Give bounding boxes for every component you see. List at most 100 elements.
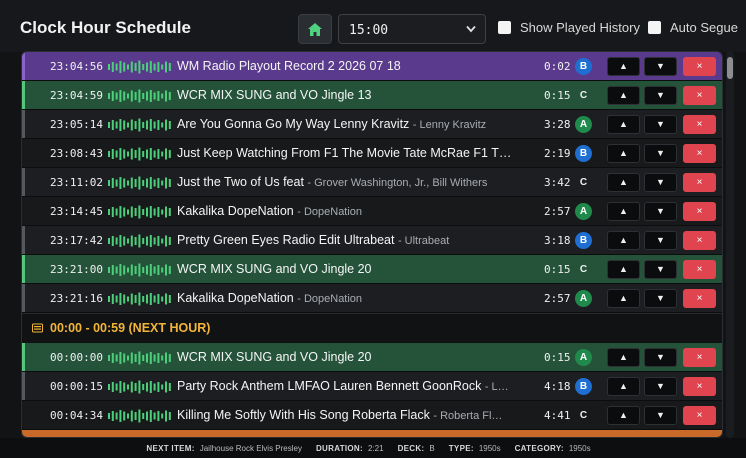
move-down-button[interactable]: ▼ — [644, 172, 677, 192]
delete-button[interactable]: × — [683, 201, 716, 221]
page-title: Clock Hour Schedule — [20, 18, 191, 37]
move-up-button[interactable]: ▲ — [607, 56, 640, 76]
row-song-title: Are You Gonna Go My Way Lenny Kravitz — [177, 117, 410, 131]
folder-icon — [32, 323, 43, 333]
schedule-row[interactable]: 00:00:15 Party Rock Anthem LMFAO Lauren B… — [22, 372, 722, 401]
row-artist: - DopeNation — [297, 206, 363, 218]
row-time: 23:21:00 — [50, 262, 103, 276]
move-down-button[interactable]: ▼ — [644, 56, 677, 76]
waveform-icon — [108, 351, 171, 365]
waveform-icon — [108, 380, 171, 394]
row-title: Kakalika DopeNation - DopeNation — [177, 291, 527, 305]
move-down-button[interactable]: ▼ — [644, 347, 677, 367]
row-status-bar — [22, 168, 25, 196]
delete-button[interactable]: × — [683, 376, 716, 396]
row-time: 23:05:14 — [50, 117, 103, 131]
move-up-button[interactable]: ▲ — [607, 288, 640, 308]
delete-button[interactable]: × — [683, 56, 716, 76]
schedule-row[interactable]: 23:17:42 Pretty Green Eyes Radio Edit Ult… — [22, 226, 722, 255]
chevron-down-icon — [466, 25, 476, 33]
row-category-badge: A — [575, 202, 592, 220]
schedule-row[interactable]: 23:11:02 Just the Two of Us feat - Grover… — [22, 168, 722, 197]
schedule-row[interactable]: 23:14:45 Kakalika DopeNation - DopeNation… — [22, 197, 722, 226]
next-hour-label: 00:00 - 00:59 (NEXT HOUR) — [50, 321, 211, 335]
schedule-row[interactable]: 23:05:14 Are You Gonna Go My Way Lenny Kr… — [22, 110, 722, 139]
delete-button[interactable]: × — [683, 259, 716, 279]
move-up-button[interactable]: ▲ — [607, 347, 640, 367]
row-status-bar — [22, 81, 25, 109]
move-down-button[interactable]: ▼ — [644, 201, 677, 221]
delete-button[interactable]: × — [683, 347, 716, 367]
row-category-badge: C — [579, 176, 588, 188]
row-title: Pretty Green Eyes Radio Edit Ultrabeat -… — [177, 233, 527, 247]
hour-select[interactable]: 15:00 — [338, 14, 486, 44]
move-up-button[interactable]: ▲ — [607, 143, 640, 163]
auto-segue-checkbox[interactable] — [648, 21, 661, 34]
schedule-row[interactable]: 23:21:00 WCR MIX SUNG and VO Jingle 20 0:… — [22, 255, 722, 284]
row-status-bar — [22, 139, 25, 167]
schedule-row[interactable]: 23:04:56 WM Radio Playout Record 2 2026 0… — [22, 52, 722, 81]
delete-button[interactable]: × — [683, 85, 716, 105]
row-status-bar — [22, 197, 25, 225]
move-up-button[interactable]: ▲ — [607, 172, 640, 192]
move-down-button[interactable]: ▼ — [644, 85, 677, 105]
delete-button[interactable]: × — [683, 288, 716, 308]
schedule-row[interactable]: 00:00:00 WCR MIX SUNG and VO Jingle 20 0:… — [22, 343, 722, 372]
type-label: TYPE: — [448, 443, 474, 453]
row-artist: - DopeNation — [297, 293, 363, 305]
row-status-bar — [22, 372, 25, 400]
schedule-row[interactable]: 23:04:59 WCR MIX SUNG and VO Jingle 13 0:… — [22, 81, 722, 110]
move-down-button[interactable]: ▼ — [644, 259, 677, 279]
waveform-icon — [108, 147, 171, 161]
row-duration: 0:02 — [544, 59, 571, 73]
move-up-button[interactable]: ▲ — [607, 114, 640, 134]
row-song-title: Killing Me Softly With His Song Roberta … — [177, 408, 430, 422]
move-down-button[interactable]: ▼ — [644, 230, 677, 250]
row-time: 00:00:15 — [50, 379, 103, 393]
schedule-row[interactable]: 23:21:16 Kakalika DopeNation - DopeNation… — [22, 284, 722, 313]
move-up-button[interactable]: ▲ — [607, 201, 640, 221]
move-down-button[interactable]: ▼ — [644, 143, 677, 163]
move-down-button[interactable]: ▼ — [644, 288, 677, 308]
row-duration: 3:28 — [544, 117, 571, 131]
schedule-list[interactable]: 23:04:56 WM Radio Playout Record 2 2026 0… — [21, 51, 723, 438]
move-up-button[interactable]: ▲ — [607, 259, 640, 279]
row-artist: - Ultrabeat — [397, 235, 450, 247]
delete-button[interactable]: × — [683, 230, 716, 250]
move-up-button[interactable]: ▲ — [607, 85, 640, 105]
auto-segue-label: Auto Segue — [670, 20, 738, 35]
row-time: 23:21:16 — [50, 291, 103, 305]
move-up-button[interactable]: ▲ — [607, 230, 640, 250]
row-category-badge: B — [575, 57, 592, 75]
move-down-button[interactable]: ▼ — [644, 405, 677, 425]
row-title: Just Keep Watching From F1 The Movie Tat… — [177, 146, 527, 160]
row-status-bar — [22, 401, 25, 429]
waveform-icon — [108, 292, 171, 306]
delete-button[interactable]: × — [683, 114, 716, 134]
schedule-row[interactable]: 23:08:43 Just Keep Watching From F1 The M… — [22, 139, 722, 168]
row-category-badge: B — [575, 231, 592, 249]
schedule-row[interactable]: 00:04:34 Killing Me Softly With His Song … — [22, 401, 722, 430]
row-category-badge: C — [579, 263, 588, 275]
move-up-button[interactable]: ▲ — [607, 405, 640, 425]
row-duration: 4:18 — [544, 379, 571, 393]
row-title: WM Radio Playout Record 2 2026 07 18 — [177, 59, 527, 73]
delete-button[interactable]: × — [683, 405, 716, 425]
row-duration: 2:57 — [544, 291, 571, 305]
row-category-badge: C — [579, 89, 588, 101]
delete-button[interactable]: × — [683, 172, 716, 192]
move-down-button[interactable]: ▼ — [644, 114, 677, 134]
row-duration: 2:57 — [544, 204, 571, 218]
waveform-icon — [108, 263, 171, 277]
home-button[interactable] — [298, 14, 332, 44]
move-down-button[interactable]: ▼ — [644, 376, 677, 396]
deck-value: B — [429, 443, 435, 453]
row-artist: - Lenny Kravitz — [412, 119, 487, 131]
scrollbar-thumb[interactable] — [727, 57, 733, 79]
row-artist: - Roberta Fl… — [433, 410, 503, 422]
scrollbar[interactable] — [726, 51, 734, 438]
show-played-history-checkbox[interactable] — [498, 21, 511, 34]
row-song-title: Just the Two of Us feat — [177, 175, 304, 189]
move-up-button[interactable]: ▲ — [607, 376, 640, 396]
delete-button[interactable]: × — [683, 143, 716, 163]
